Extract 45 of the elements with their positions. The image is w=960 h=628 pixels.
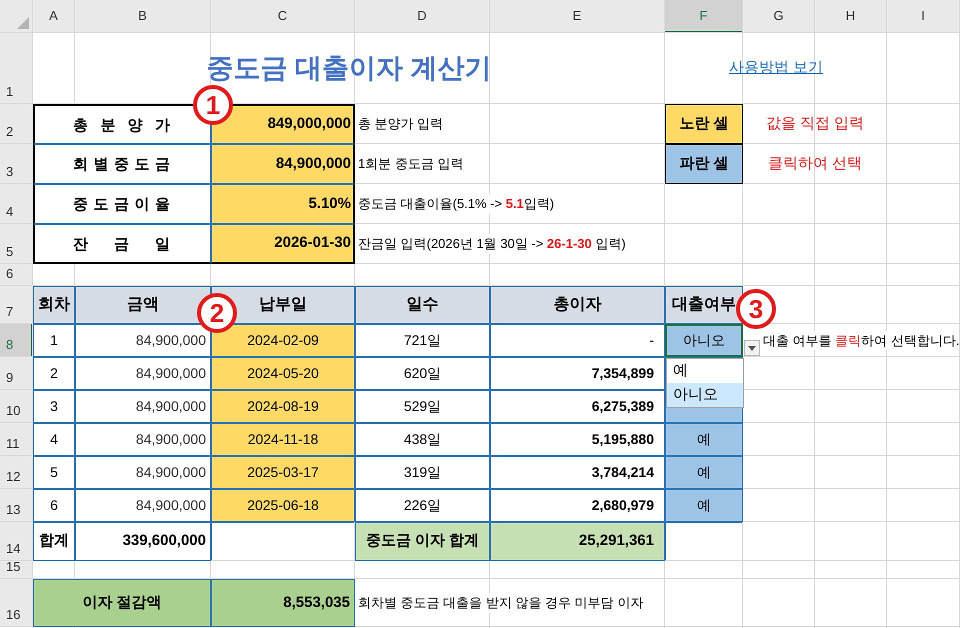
legend-description: 값을 직접 입력	[764, 114, 866, 134]
table-cell: 84,900,000	[75, 324, 211, 357]
table-cell: 7,354,899	[490, 357, 665, 390]
table-cell: 84,900,000	[75, 357, 211, 390]
column-heading: 일수	[355, 286, 490, 324]
legend-swatch: 노란 셀	[665, 104, 743, 144]
input-label: 중 도 금 이 율	[33, 184, 211, 224]
table-cell: 226일	[355, 489, 490, 522]
total-label: 합계	[33, 522, 75, 561]
legend-description: 클릭하여 선택	[766, 154, 864, 174]
savings-label: 이자 절감액	[33, 579, 211, 627]
table-cell: 438일	[355, 423, 490, 456]
savings-value: 8,553,035	[211, 579, 355, 627]
table-cell: 84,900,000	[75, 489, 211, 522]
table-cell: 6	[33, 489, 75, 522]
table-cell: 3	[33, 390, 75, 423]
sheet-title: 중도금 대출이자 계산기	[205, 52, 492, 86]
input-label: 회 별 중 도 금	[33, 144, 211, 184]
table-cell: 319일	[355, 456, 490, 489]
input-label: 잔 금 일	[33, 224, 211, 264]
table-cell: 84,900,000	[75, 423, 211, 456]
table-cell: 620일	[355, 357, 490, 390]
table-cell: 2	[33, 357, 75, 390]
table-cell: 84,900,000	[75, 390, 211, 423]
table-cell: 529일	[355, 390, 490, 423]
table-cell: 2,680,979	[490, 489, 665, 522]
table-cell: 6,275,389	[490, 390, 665, 423]
loan-note: 대출 여부를 클릭하여 선택합니다.	[761, 330, 960, 350]
table-cell: 5	[33, 456, 75, 489]
column-heading: 금액	[75, 286, 211, 324]
column-heading: 대출여부	[665, 286, 743, 324]
interest-total-label: 중도금 이자 합계	[355, 522, 490, 561]
table-cell: 3,784,214	[490, 456, 665, 489]
total-amount: 339,600,000	[75, 522, 211, 561]
table-cell: 721일	[355, 324, 490, 357]
table-cell: 1	[33, 324, 75, 357]
table-cell: 5,195,880	[490, 423, 665, 456]
column-heading: 회차	[33, 286, 75, 324]
column-heading: 총이자	[490, 286, 665, 324]
table-cell: -	[490, 324, 665, 357]
interest-total: 25,291,361	[490, 522, 665, 561]
step-number-badge: 3	[736, 289, 776, 329]
table-cell: 4	[33, 423, 75, 456]
table-cell: 84,900,000	[75, 456, 211, 489]
legend-swatch: 파란 셀	[665, 144, 743, 184]
